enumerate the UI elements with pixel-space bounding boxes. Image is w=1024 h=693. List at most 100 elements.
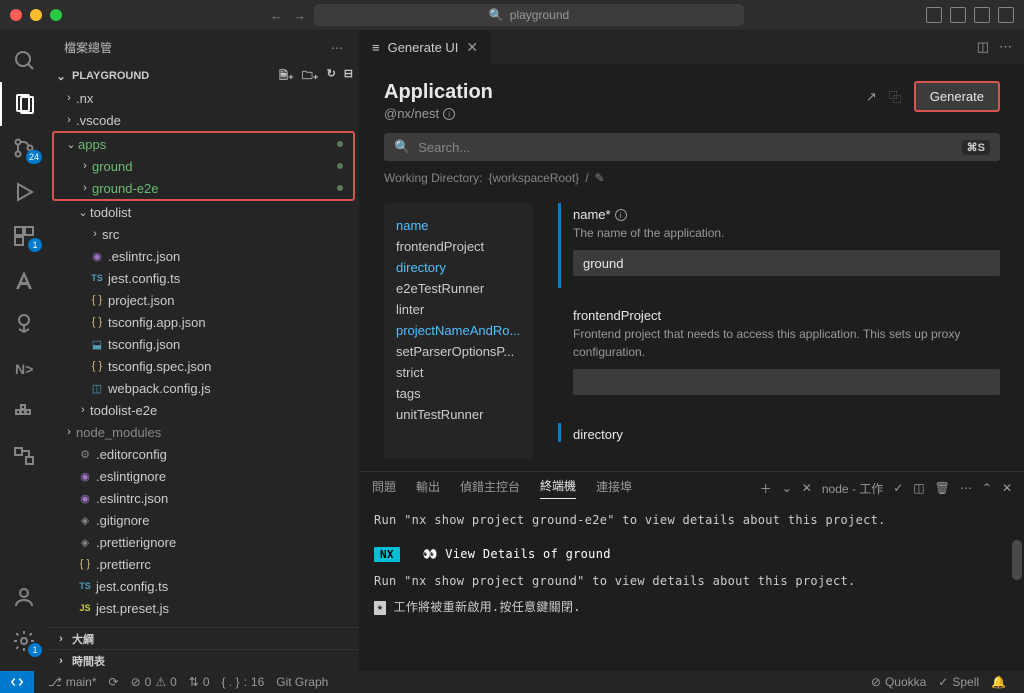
split-editor-icon[interactable]: ◫ xyxy=(977,39,989,55)
tree-folder-ground[interactable]: ›ground xyxy=(54,155,353,177)
tree-folder-apps[interactable]: ⌄apps xyxy=(54,133,353,155)
tree-file[interactable]: ◉.eslintrc.json xyxy=(48,487,359,509)
tree-folder[interactable]: ›src xyxy=(48,223,359,245)
panel-terminal[interactable]: 終端機 xyxy=(540,477,576,499)
new-folder-icon[interactable]: 🗀₊ xyxy=(302,67,319,86)
status-spell[interactable]: ✓Spell xyxy=(932,675,985,689)
tree-file[interactable]: JSjest.preset.js xyxy=(48,597,359,619)
activity-debug[interactable] xyxy=(0,170,48,214)
nav-directory[interactable]: directory xyxy=(396,257,522,278)
nav-e2e[interactable]: e2eTestRunner xyxy=(396,278,522,299)
layout-icon-2[interactable] xyxy=(950,7,966,23)
status-git-graph[interactable]: Git Graph xyxy=(270,675,334,689)
activity-a[interactable] xyxy=(0,258,48,302)
tree-folder[interactable]: ›.nx xyxy=(48,87,359,109)
tree-file[interactable]: ◉.eslintrc.json xyxy=(48,245,359,267)
open-external-icon[interactable]: ↗ xyxy=(866,89,877,105)
nav-linter[interactable]: linter xyxy=(396,299,522,320)
nav-strict[interactable]: strict xyxy=(396,362,522,383)
status-quokka[interactable]: ⊘Quokka xyxy=(865,675,932,689)
tree-file[interactable]: { }project.json xyxy=(48,289,359,311)
tree-file[interactable]: { }.prettierrc xyxy=(48,553,359,575)
panel-debug-console[interactable]: 偵錯主控台 xyxy=(460,478,520,499)
tree-file[interactable]: TSjest.config.ts xyxy=(48,267,359,289)
tree-folder-ground-e2e[interactable]: ›ground-e2e xyxy=(54,177,353,199)
activity-account[interactable] xyxy=(0,575,48,619)
tree-folder[interactable]: ›node_modules xyxy=(48,421,359,443)
terminal-output[interactable]: Run "nx show project ground-e2e" to view… xyxy=(360,504,1024,671)
layout-icon-3[interactable] xyxy=(974,7,990,23)
activity-remote[interactable] xyxy=(0,434,48,478)
zoom-window[interactable] xyxy=(50,9,62,21)
scrollbar[interactable] xyxy=(1012,540,1022,580)
status-braces[interactable]: { . }:16 xyxy=(216,675,271,689)
more-icon[interactable]: ⋯ xyxy=(960,481,972,495)
more-icon[interactable]: ⋯ xyxy=(999,39,1012,55)
refresh-icon[interactable]: ↻ xyxy=(327,67,336,86)
edit-icon[interactable]: ✎ xyxy=(595,171,605,185)
activity-search[interactable] xyxy=(0,38,48,82)
generate-button[interactable]: Generate xyxy=(914,81,1000,112)
tree-file[interactable]: { }tsconfig.app.json xyxy=(48,311,359,333)
layout-icon-1[interactable] xyxy=(926,7,942,23)
activity-nx[interactable]: N> xyxy=(0,346,48,390)
tree-file[interactable]: ◈.gitignore xyxy=(48,509,359,531)
info-icon[interactable]: i xyxy=(443,108,455,120)
nav-back-icon[interactable]: ← xyxy=(270,8,283,23)
close-window[interactable] xyxy=(10,9,22,21)
sidebar-more-icon[interactable]: ⋯ xyxy=(331,41,343,55)
terminal-dropdown-icon[interactable]: ⌄ xyxy=(782,481,792,495)
tree-file[interactable]: ◫webpack.config.js xyxy=(48,377,359,399)
tree-file[interactable]: ◈.prettierignore xyxy=(48,531,359,553)
new-terminal-icon[interactable]: ＋ xyxy=(760,480,772,497)
activity-extensions[interactable]: 1 xyxy=(0,214,48,258)
command-center[interactable]: 🔍 playground xyxy=(314,4,744,26)
status-problems[interactable]: ⊘0 ⚠0 xyxy=(125,675,183,689)
info-icon[interactable]: i xyxy=(615,209,627,221)
nav-tags[interactable]: tags xyxy=(396,383,522,404)
activity-scm[interactable]: 24 xyxy=(0,126,48,170)
remote-button[interactable] xyxy=(0,671,34,693)
activity-docker[interactable] xyxy=(0,390,48,434)
panel-ports[interactable]: 連接埠 xyxy=(596,478,632,499)
status-ports[interactable]: ⇅0 xyxy=(183,675,216,689)
close-icon[interactable]: ✕ xyxy=(466,39,478,56)
tools-icon[interactable]: ✕ xyxy=(802,481,812,495)
frontend-input[interactable] xyxy=(573,369,1000,395)
trash-icon[interactable]: 🗑 xyxy=(935,481,950,495)
tree-file[interactable]: { }tsconfig.spec.json xyxy=(48,355,359,377)
status-bell-icon[interactable]: 🔔 xyxy=(985,675,1012,689)
tree-file[interactable]: ⬓tsconfig.json xyxy=(48,333,359,355)
maximize-icon[interactable]: ⌃ xyxy=(982,481,992,495)
tab-generate-ui[interactable]: ≡ Generate UI ✕ xyxy=(360,30,491,65)
tree-folder[interactable]: ⌄todolist xyxy=(48,201,359,223)
panel-problems[interactable]: 問題 xyxy=(372,478,396,499)
new-file-icon[interactable]: 🗎₊ xyxy=(279,67,294,86)
status-sync[interactable]: ⟳ xyxy=(103,675,125,689)
tree-file[interactable]: ⚙.editorconfig xyxy=(48,443,359,465)
copy-icon[interactable]: ⿻ xyxy=(889,87,902,106)
nav-name[interactable]: name xyxy=(396,215,522,236)
panel-output[interactable]: 輸出 xyxy=(416,478,440,499)
tree-folder[interactable]: ›.vscode xyxy=(48,109,359,131)
nav-unit[interactable]: unitTestRunner xyxy=(396,404,522,425)
tree-file[interactable]: ◉.eslintignore xyxy=(48,465,359,487)
tree-folder[interactable]: ›todolist-e2e xyxy=(48,399,359,421)
nav-frontend[interactable]: frontendProject xyxy=(396,236,522,257)
section-header[interactable]: ⌄ PLAYGROUND 🗎₊ 🗀₊ ↻ ⊟ xyxy=(48,65,359,87)
status-branch[interactable]: ⎇main* xyxy=(42,675,103,689)
collapse-icon[interactable]: ⊟ xyxy=(344,67,353,86)
timeline-section[interactable]: ›時間表 xyxy=(48,649,359,671)
nav-forward-icon[interactable]: → xyxy=(293,8,306,23)
activity-explorer[interactable] xyxy=(0,82,48,126)
name-input[interactable] xyxy=(573,250,1000,276)
search-input[interactable]: 🔍 Search... ⌘S xyxy=(384,133,1000,161)
split-terminal-icon[interactable]: ◫ xyxy=(913,481,924,495)
activity-github[interactable] xyxy=(0,302,48,346)
terminal-task-label[interactable]: node - 工作 xyxy=(822,480,883,497)
layout-icon-4[interactable] xyxy=(998,7,1014,23)
nav-parser[interactable]: setParserOptionsP... xyxy=(396,341,522,362)
activity-settings[interactable]: 1 xyxy=(0,619,48,663)
outline-section[interactable]: ›大綱 xyxy=(48,627,359,649)
close-panel-icon[interactable]: ✕ xyxy=(1002,481,1012,495)
